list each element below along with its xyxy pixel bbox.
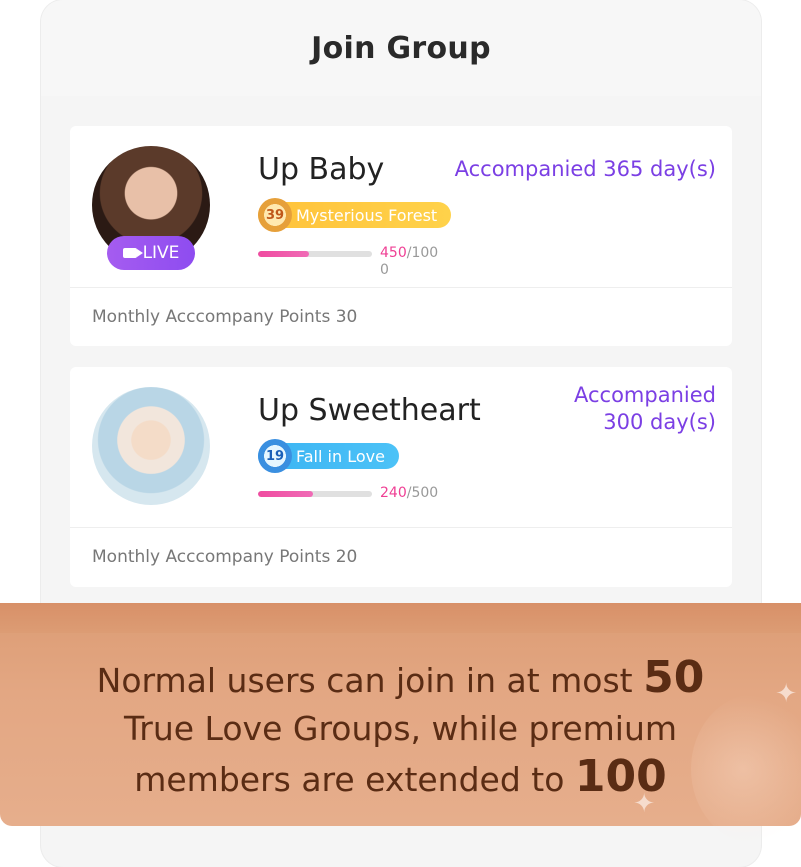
monthly-points: Monthly Acccompany Points 20 <box>92 547 358 567</box>
level-title: Fall in Love <box>296 446 385 466</box>
level-heart-icon: 39 <box>258 198 292 232</box>
level-title: Mysterious Forest <box>296 205 438 225</box>
normal-limit: 50 <box>643 652 705 703</box>
level-heart-icon: 19 <box>258 439 292 473</box>
live-badge[interactable]: LIVE <box>107 236 195 270</box>
level-badge: 39 Mysterious Forest <box>258 198 452 232</box>
divider <box>70 287 732 288</box>
premium-limit: 100 <box>574 751 667 802</box>
header-bar: Join Group <box>41 0 761 96</box>
accompanied-days: Accompanied 300 day(s) <box>574 383 716 434</box>
group-name: Up Baby <box>258 152 385 187</box>
intimacy-points: 240/500 <box>380 485 438 502</box>
points-current: 240 <box>380 485 407 501</box>
divider <box>70 527 732 528</box>
group-card[interactable]: LIVE Up Baby Accompanied 365 day(s) 39 M… <box>70 126 732 346</box>
banner-message: Normal users can join in at most 50 True… <box>20 654 781 804</box>
intimacy-progress-bar <box>258 491 372 497</box>
group-name: Up Sweetheart <box>258 393 481 428</box>
promo-banner: ✦ ✦ Normal users can join in at most 50 … <box>0 603 801 844</box>
progress-fill <box>258 251 310 257</box>
accompanied-days: Accompanied 365 day(s) <box>454 157 716 181</box>
points-current: 450 <box>380 245 407 261</box>
intimacy-progress-bar <box>258 251 372 257</box>
page-title: Join Group <box>311 30 491 66</box>
group-card[interactable]: Up Sweetheart Accompanied 300 day(s) 19 … <box>70 367 732 587</box>
intimacy-points: 450/100 0 <box>380 245 438 279</box>
monthly-points: Monthly Acccompany Points 30 <box>92 307 358 327</box>
progress-fill <box>258 491 313 497</box>
banner-line-2: True Love Groups, while premium <box>123 709 678 748</box>
live-label: LIVE <box>142 243 180 263</box>
banner-line-1: Normal users can join in at most <box>96 661 644 700</box>
banner-line-3: members are extended to <box>134 760 575 799</box>
video-camera-icon <box>122 248 143 258</box>
avatar[interactable] <box>92 387 210 505</box>
points-total: /500 <box>406 485 439 501</box>
level-badge: 19 Fall in Love <box>258 439 399 473</box>
